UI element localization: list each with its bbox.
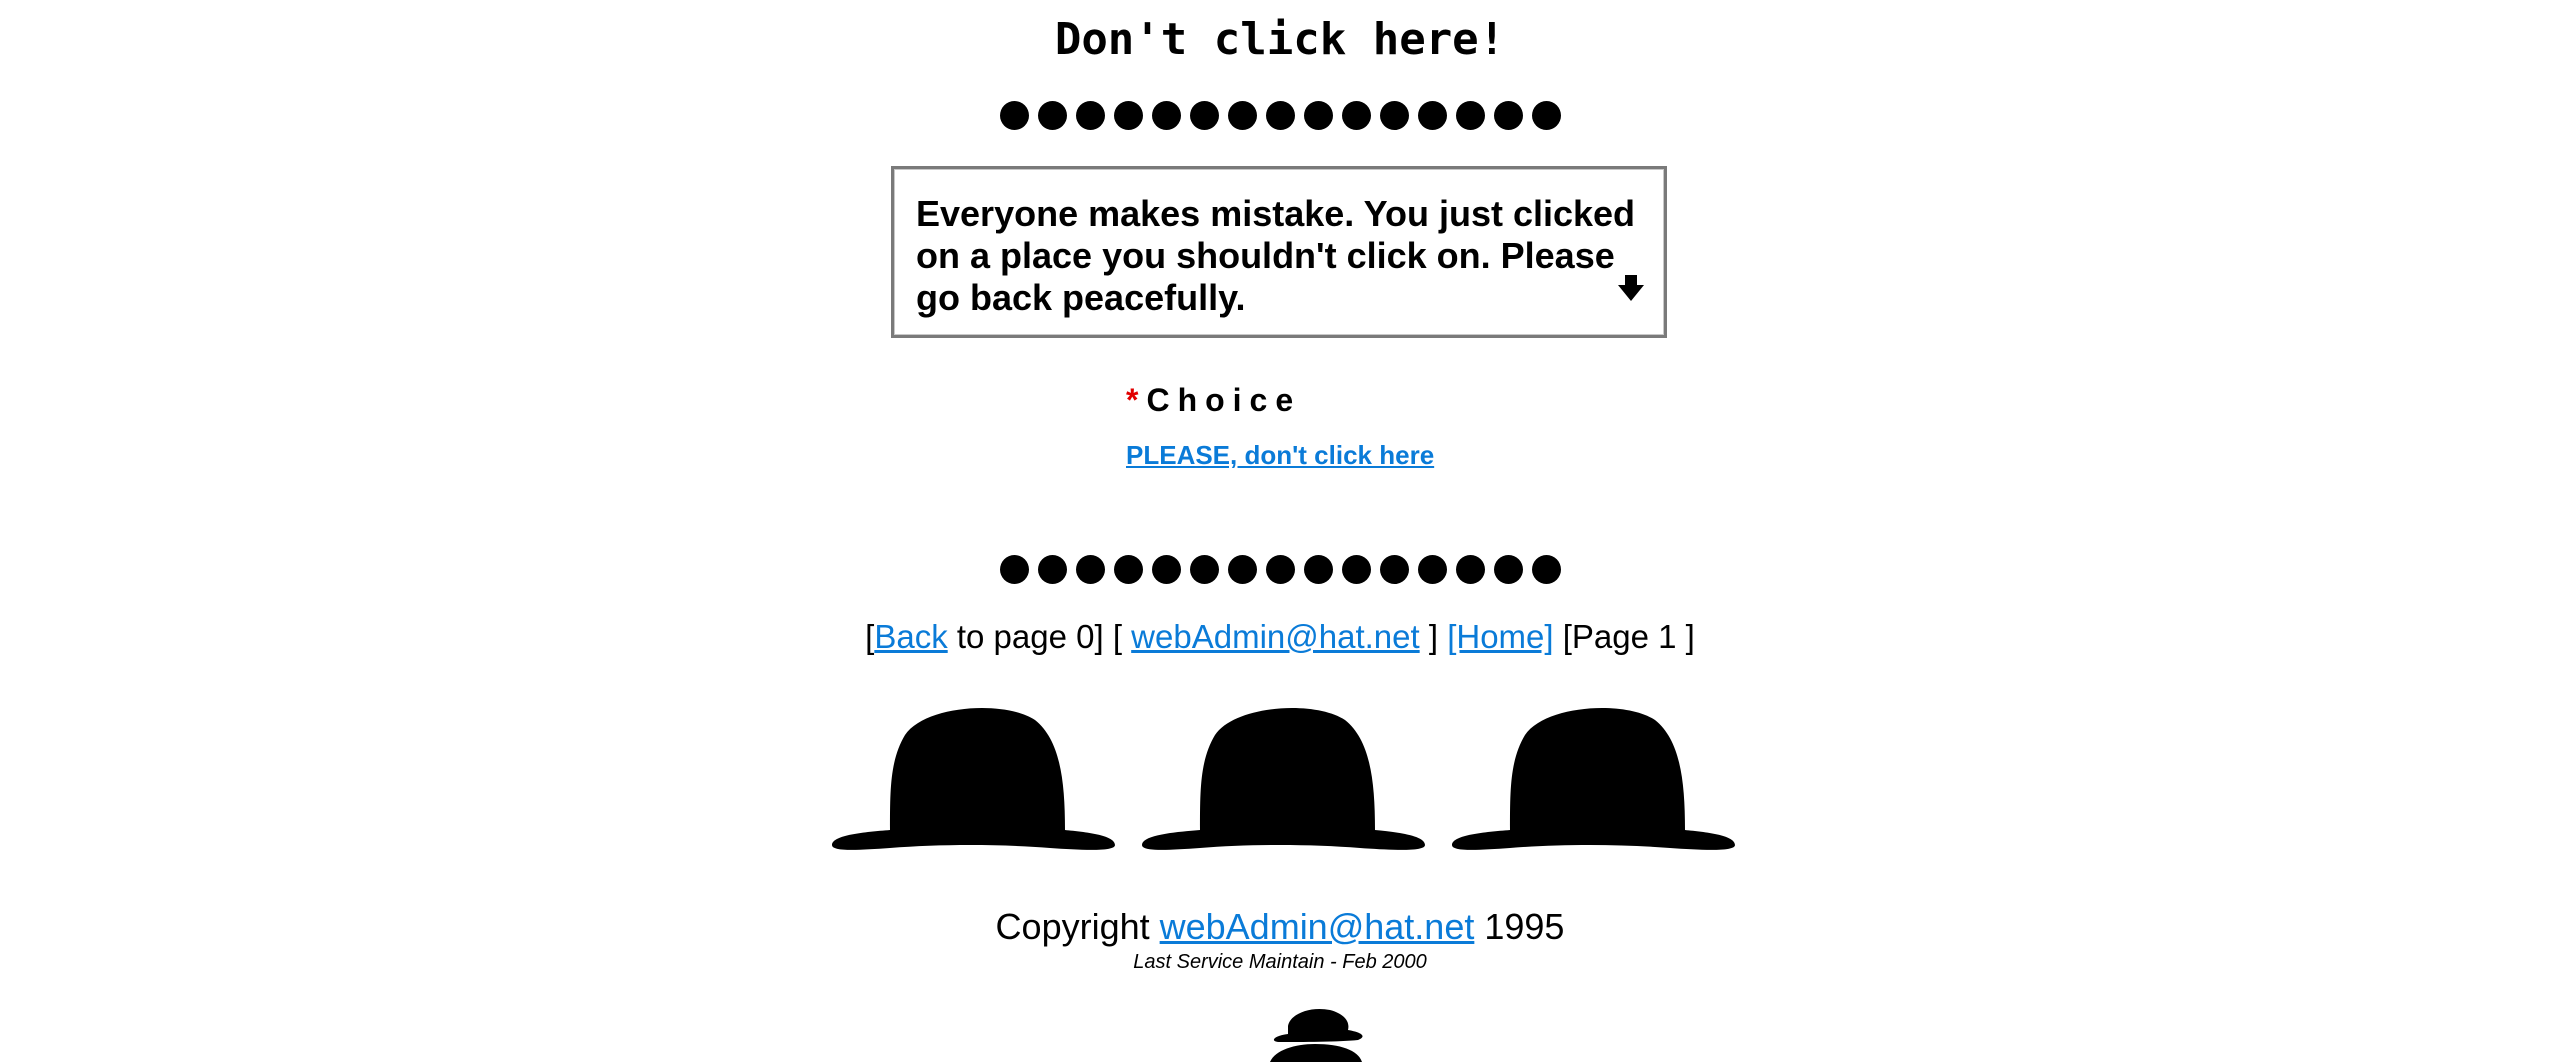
black-dot-icon <box>1341 101 1371 130</box>
required-mark: * <box>1126 382 1139 418</box>
black-dot-icon <box>1189 101 1219 130</box>
black-dot-icon <box>1493 101 1523 130</box>
black-dot-icon <box>999 101 1029 130</box>
black-dot-icon <box>1531 555 1561 584</box>
black-dot-icon <box>1037 101 1067 130</box>
dont-click-link[interactable]: PLEASE, don't click here <box>1126 438 1434 472</box>
bowler-hat-icon <box>1452 708 1735 850</box>
dot-divider-top <box>0 101 2560 130</box>
back-link[interactable]: Back <box>874 618 947 655</box>
black-dot-icon <box>1303 101 1333 130</box>
home-link[interactable]: [Home] <box>1447 618 1553 655</box>
hats-row <box>830 700 1735 860</box>
black-dot-icon <box>1417 555 1447 584</box>
dot-divider-bottom <box>0 555 2560 584</box>
black-dot-icon <box>1303 555 1333 584</box>
black-dot-icon <box>1455 555 1485 584</box>
page: Don't click here! Everyone makes mistake… <box>0 0 2560 1062</box>
nav-back-suffix: to page 0] [ <box>947 618 1132 655</box>
black-dot-icon <box>1075 555 1105 584</box>
nav-bracket: [ <box>865 618 875 655</box>
arrow-down-icon <box>1618 275 1644 301</box>
black-dot-icon <box>1227 555 1257 584</box>
black-dot-icon <box>1531 101 1561 130</box>
copyright-email-link[interactable]: webAdmin@hat.net <box>1160 906 1475 947</box>
choice-label-text: Choice <box>1146 382 1302 418</box>
choice-label: * Choice <box>1126 378 1301 422</box>
black-dot-icon <box>1417 101 1447 130</box>
black-dot-icon <box>1075 101 1105 130</box>
black-dot-icon <box>1189 555 1219 584</box>
black-dot-icon <box>1379 555 1409 584</box>
nav-separator: ] <box>1419 618 1448 655</box>
black-dot-icon <box>999 555 1029 584</box>
copyright-year: 1995 <box>1474 906 1565 947</box>
black-dot-icon <box>1151 101 1181 130</box>
black-dot-icon <box>1455 101 1485 130</box>
black-dot-icon <box>1113 555 1143 584</box>
bowler-hat-icon <box>832 708 1115 850</box>
nav-email-link[interactable]: webAdmin@hat.net <box>1131 618 1420 655</box>
page-title: Don't click here! <box>1054 14 1506 65</box>
maintenance-note: Last Service Maintain - Feb 2000 <box>1133 951 1427 973</box>
page-indicator: [Page 1 ] <box>1553 618 1695 655</box>
copyright-prefix: Copyright <box>995 906 1160 947</box>
black-dot-icon <box>1151 555 1181 584</box>
black-dot-icon <box>1227 101 1257 130</box>
nav-bar: [Back to page 0] [ webAdmin@hat.net ] [H… <box>0 614 2560 660</box>
notice-text: Everyone makes mistake. You just clicked… <box>916 193 1636 318</box>
black-dot-icon <box>1341 555 1371 584</box>
black-dot-icon <box>1265 555 1295 584</box>
black-dot-icon <box>1379 101 1409 130</box>
black-dot-icon <box>1265 101 1295 130</box>
bowler-hat-icon <box>1142 708 1425 850</box>
black-dot-icon <box>1037 555 1067 584</box>
notice-textarea[interactable]: Everyone makes mistake. You just clicked… <box>891 166 1667 338</box>
black-dot-icon <box>1113 101 1143 130</box>
man-with-hat-icon <box>1270 1008 1363 1062</box>
copyright-line: Copyright webAdmin@hat.net 1995 <box>0 903 2560 951</box>
black-dot-icon <box>1493 555 1523 584</box>
